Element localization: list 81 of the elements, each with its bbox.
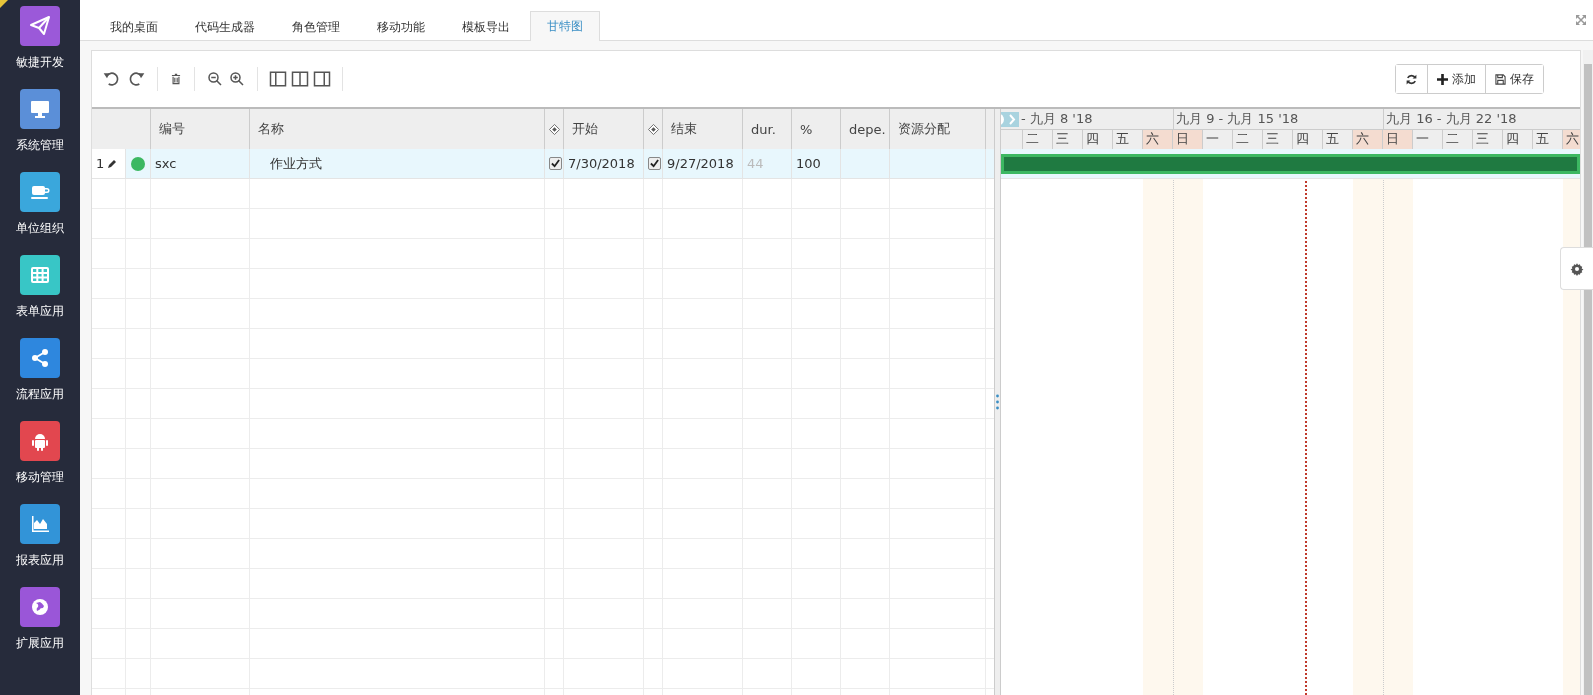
plus-icon (1437, 73, 1448, 85)
day-label: 三 (1056, 131, 1069, 146)
sidebar-label[interactable]: 报表应用 (16, 552, 64, 569)
day-label: 四 (1086, 131, 1099, 146)
progress-cell: 100 (796, 156, 821, 171)
column-header[interactable]: 结束 (671, 120, 697, 138)
save-button[interactable]: 保存 (1485, 65, 1543, 93)
row-number: 1 (96, 156, 105, 171)
sidebar-label[interactable]: 表单应用 (16, 303, 64, 320)
sidebar-label[interactable]: 扩展应用 (16, 635, 64, 652)
sidebar-label[interactable]: 移动管理 (16, 469, 64, 486)
tab[interactable]: 甘特图 (530, 11, 600, 41)
split-panel-icon[interactable] (291, 70, 309, 88)
checkbox[interactable] (549, 157, 562, 170)
day-label: 五 (1116, 131, 1129, 146)
tab[interactable]: 代码生成器 (178, 12, 272, 41)
column-header[interactable]: 资源分配 (898, 120, 950, 138)
day-label: 二 (1026, 131, 1039, 146)
left-panel-icon[interactable] (269, 70, 287, 88)
settings-button[interactable] (1560, 247, 1593, 290)
diamond-icon[interactable] (647, 123, 659, 135)
drag-handle-icon[interactable] (996, 394, 999, 410)
column-header[interactable]: depe. (849, 121, 886, 137)
trash-icon[interactable] (169, 71, 183, 87)
column-header[interactable]: 名称 (258, 120, 284, 138)
sidebar-label[interactable]: 敏捷开发 (16, 54, 64, 71)
day-label: 五 (1326, 131, 1339, 146)
tab[interactable]: 我的桌面 (93, 12, 175, 41)
zoom-out-icon[interactable] (206, 70, 224, 88)
app-tile[interactable] (20, 172, 60, 212)
task-bar[interactable] (1001, 153, 1580, 174)
week-label: 九月 9 - 九月 15 '18 (1176, 111, 1299, 126)
app-tile[interactable] (20, 255, 60, 295)
checkbox[interactable] (648, 157, 661, 170)
send-icon (28, 14, 52, 38)
day-label: 一 (1416, 131, 1429, 146)
day-label: 三 (1476, 131, 1489, 146)
corner-ribbon-icon (0, 0, 8, 8)
date-cell: 7/30/2018 (568, 156, 635, 171)
day-label: 一 (1206, 131, 1219, 146)
column-header[interactable]: 开始 (572, 120, 598, 138)
day-label: 六 (1356, 131, 1369, 146)
day-label: 二 (1236, 131, 1249, 146)
sidebar-label[interactable]: 流程应用 (16, 386, 64, 403)
day-label: 四 (1296, 131, 1309, 146)
app-tile[interactable] (20, 6, 60, 46)
right-panel-icon[interactable] (313, 70, 331, 88)
refresh-icon (1405, 72, 1418, 86)
column-header[interactable]: % (800, 121, 813, 137)
week-label: - 九月 8 '18 (1021, 111, 1093, 126)
tab[interactable]: 角色管理 (275, 12, 357, 41)
name-cell: 作业方式 (270, 154, 322, 173)
day-label: 日 (1176, 131, 1189, 146)
code-cell: sxc (155, 156, 177, 171)
diamond-icon[interactable] (548, 123, 560, 135)
expand-icon[interactable] (1575, 14, 1587, 26)
day-label: 四 (1506, 131, 1519, 146)
week-label: 九月 16 - 九月 22 '18 (1386, 111, 1517, 126)
settings-icon (1570, 261, 1584, 276)
day-label: 六 (1146, 131, 1159, 146)
day-label: 日 (1386, 131, 1399, 146)
pencil-icon[interactable] (107, 158, 118, 169)
day-label: 三 (1266, 131, 1279, 146)
app-tile[interactable] (20, 421, 60, 461)
column-header[interactable]: dur. (751, 121, 776, 137)
duration-cell: 44 (747, 156, 764, 171)
day-label: 五 (1536, 131, 1549, 146)
day-label: 六 (1566, 131, 1579, 146)
date-cell: 9/27/2018 (667, 156, 734, 171)
column-header[interactable]: 编号 (159, 120, 185, 138)
scrollbar[interactable] (1583, 50, 1593, 695)
app-tile[interactable] (20, 504, 60, 544)
sidebar-label[interactable]: 系统管理 (16, 137, 64, 154)
tab[interactable]: 模板导出 (445, 12, 527, 41)
app-tile[interactable] (20, 587, 60, 627)
tab[interactable]: 移动功能 (360, 12, 442, 41)
app-tile[interactable] (20, 338, 60, 378)
app-tile[interactable] (20, 89, 60, 129)
day-label: 二 (1446, 131, 1459, 146)
sidebar-label[interactable]: 单位组织 (16, 220, 64, 237)
zoom-in-icon[interactable] (228, 70, 246, 88)
